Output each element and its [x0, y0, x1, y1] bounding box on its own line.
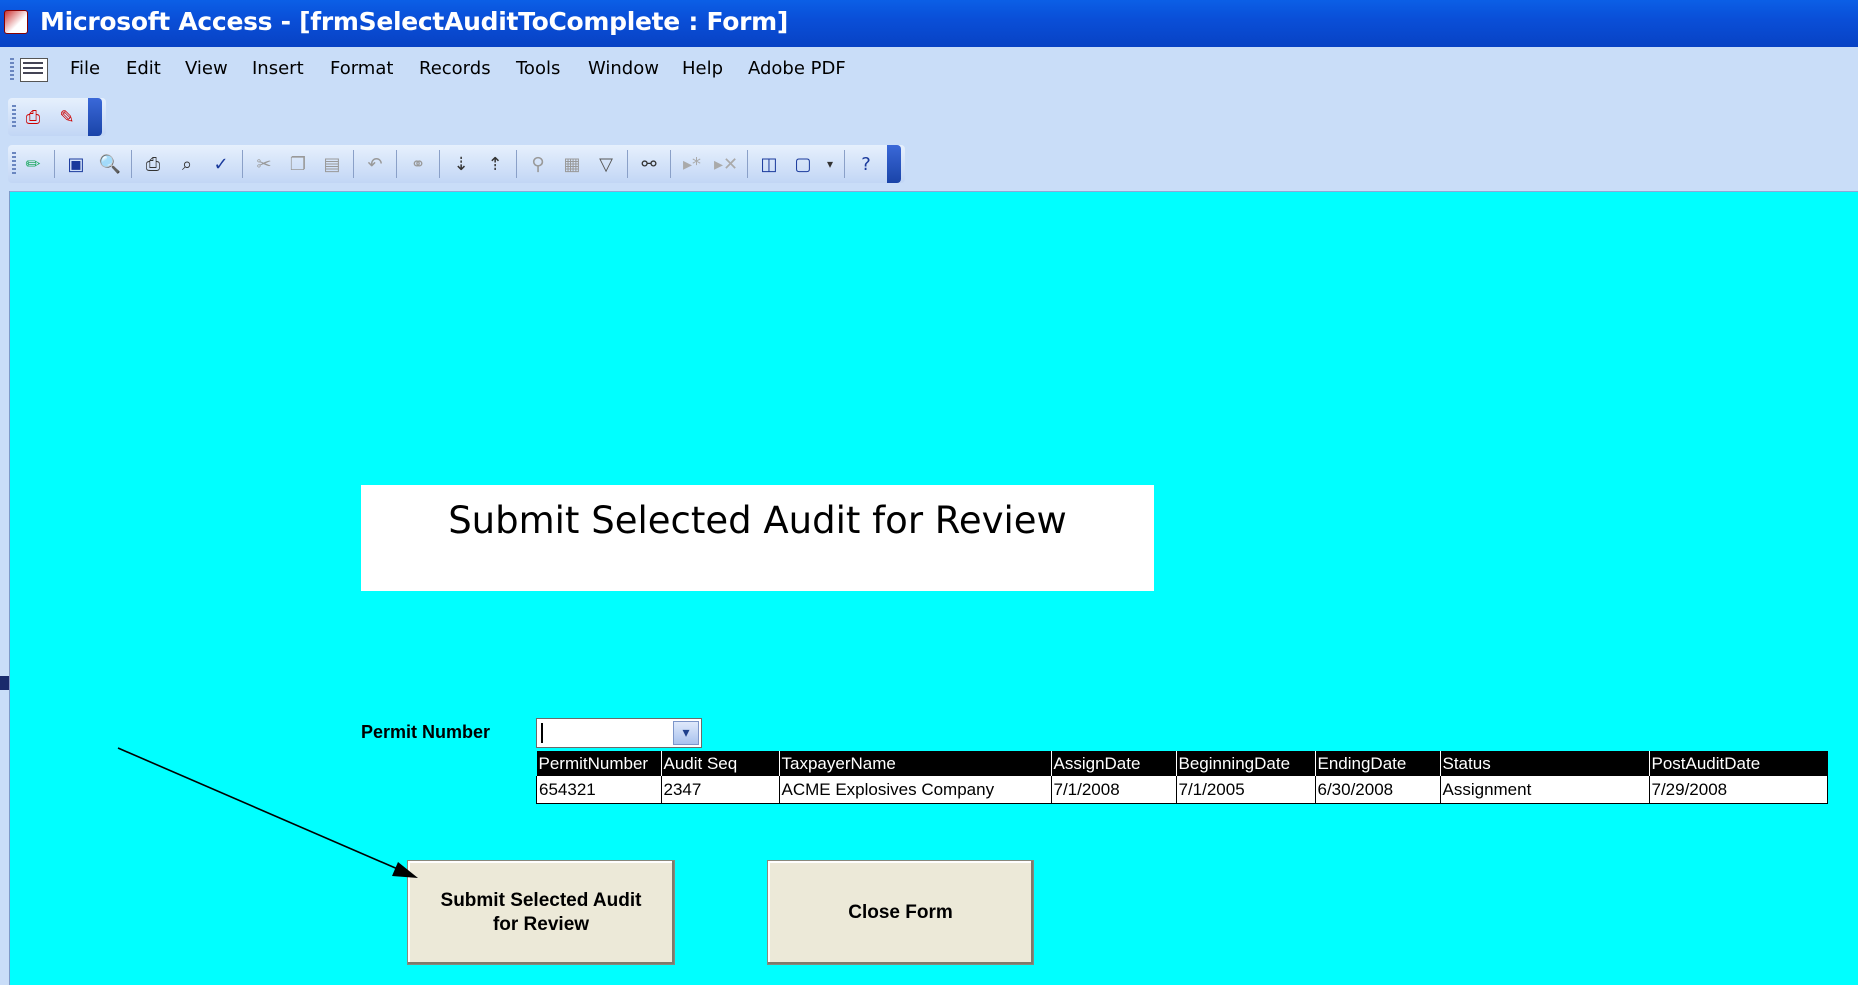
menu-format[interactable]: Format — [330, 58, 393, 79]
permit-dropdown-list[interactable]: PermitNumber Audit Seq TaxpayerName Assi… — [536, 751, 1828, 804]
column-header-status: Status — [1439, 751, 1649, 776]
column-header-audit-seq: Audit Seq — [660, 751, 779, 776]
toolbar-options-icon[interactable] — [887, 145, 901, 183]
sort-descending-icon[interactable]: ⇡ — [482, 151, 508, 177]
undo-icon[interactable]: ↶ — [362, 151, 388, 177]
pdf-convert-review-icon[interactable]: ✎ — [54, 104, 80, 130]
toolbar-grip-icon[interactable] — [12, 152, 16, 176]
permit-number-combo[interactable]: ▾ — [536, 718, 702, 748]
sort-ascending-icon[interactable]: ⇣ — [448, 151, 474, 177]
find-icon[interactable]: ⚯ — [636, 151, 662, 177]
column-header-endingdate: EndingDate — [1314, 751, 1440, 776]
menu-insert[interactable]: Insert — [252, 58, 304, 79]
cell-taxpayername: ACME Explosives Company — [778, 776, 1051, 804]
toolbar-options-icon[interactable] — [88, 98, 102, 136]
form-window-icon[interactable] — [20, 58, 48, 82]
column-header-taxpayername: TaxpayerName — [778, 751, 1051, 776]
copy-icon[interactable]: ❐ — [285, 151, 311, 177]
cell-assigndate: 7/1/2008 — [1050, 776, 1176, 804]
list-item[interactable]: 654321 2347 ACME Explosives Company 7/1/… — [536, 776, 1828, 804]
cell-audit-seq: 2347 — [660, 776, 779, 804]
apply-filter-icon[interactable]: ▽ — [593, 151, 619, 177]
record-selector-bar — [0, 191, 10, 985]
print-preview-icon[interactable]: ⌕ — [174, 151, 200, 177]
form-view-toolbar-strip: ✏ ▣ 🔍 ⎙ ⌕ ✓ ✂ ❐ ▤ ↶ ⚭ ⇣ ⇡ ⚲ ▦ ▽ ⚯ ▸* ▸✕ … — [8, 145, 905, 183]
submit-selected-audit-button[interactable]: Submit Selected Audit for Review — [407, 860, 675, 965]
new-record-icon[interactable]: ▸* — [679, 151, 705, 177]
menu-tools[interactable]: Tools — [516, 58, 560, 79]
column-header-assigndate: AssignDate — [1050, 751, 1176, 776]
filter-by-form-icon[interactable]: ▦ — [559, 151, 585, 177]
new-object-dropdown-icon[interactable]: ▾ — [824, 151, 836, 177]
insert-hyperlink-icon[interactable]: ⚭ — [405, 151, 431, 177]
form-header-box: Submit Selected Audit for Review — [361, 485, 1154, 591]
column-header-beginningdate: BeginningDate — [1175, 751, 1315, 776]
cell-postauditdate: 7/29/2008 — [1648, 776, 1828, 804]
print-icon[interactable]: ⎙ — [140, 151, 166, 177]
cell-status: Assignment — [1439, 776, 1649, 804]
toolbar-separator — [396, 150, 397, 178]
access-app-icon[interactable] — [4, 10, 28, 34]
form-header-title: Submit Selected Audit for Review — [448, 499, 1067, 542]
record-selector-marker — [0, 676, 9, 690]
menu-view[interactable]: View — [185, 58, 228, 79]
cut-icon[interactable]: ✂ — [251, 151, 277, 177]
menu-edit[interactable]: Edit — [126, 58, 161, 79]
toolbar-separator — [516, 150, 517, 178]
help-icon[interactable]: ? — [853, 151, 879, 177]
menu-adobe-pdf[interactable]: Adobe PDF — [748, 58, 846, 79]
cell-beginningdate: 7/1/2005 — [1175, 776, 1315, 804]
database-window-icon[interactable]: ◫ — [756, 151, 782, 177]
text-cursor — [541, 723, 543, 743]
cell-permitnumber: 654321 — [536, 776, 661, 804]
toolbar-separator — [670, 150, 671, 178]
pdf-convert-icon[interactable]: ⎙ — [20, 104, 46, 130]
menu-bar: File Edit View Insert Format Records Too… — [0, 47, 1858, 94]
list-header-row: PermitNumber Audit Seq TaxpayerName Assi… — [536, 751, 1828, 776]
cell-endingdate: 6/30/2008 — [1314, 776, 1440, 804]
pdf-toolbar-strip: ⎙ ✎ — [8, 98, 106, 136]
chevron-down-icon[interactable]: ▾ — [673, 721, 699, 745]
toolbar-separator — [747, 150, 748, 178]
close-form-button[interactable]: Close Form — [767, 860, 1034, 965]
arrow-line — [117, 747, 401, 871]
save-icon[interactable]: ▣ — [63, 151, 89, 177]
design-view-icon[interactable]: ✏ — [20, 151, 46, 177]
spelling-icon[interactable]: ✓ — [208, 151, 234, 177]
toolbar-separator — [353, 150, 354, 178]
toolbar-separator — [54, 150, 55, 178]
toolbar-grip-icon[interactable] — [12, 105, 16, 129]
menu-file[interactable]: File — [70, 58, 100, 79]
file-search-icon[interactable]: 🔍 — [97, 151, 123, 177]
menu-window[interactable]: Window — [588, 58, 659, 79]
new-object-icon[interactable]: ▢ — [790, 151, 816, 177]
form-view-toolbar: ✏ ▣ 🔍 ⎙ ⌕ ✓ ✂ ❐ ▤ ↶ ⚭ ⇣ ⇡ ⚲ ▦ ▽ ⚯ ▸* ▸✕ … — [0, 139, 1858, 192]
toolbar-separator — [439, 150, 440, 178]
window-title: Microsoft Access - [frmSelectAuditToComp… — [40, 7, 788, 36]
paste-icon[interactable]: ▤ — [319, 151, 345, 177]
permit-number-label: Permit Number — [361, 722, 491, 742]
menu-grip-icon[interactable] — [10, 58, 14, 82]
title-bar: Microsoft Access - [frmSelectAuditToComp… — [0, 0, 1858, 47]
column-header-postauditdate: PostAuditDate — [1648, 751, 1828, 776]
filter-by-selection-icon[interactable]: ⚲ — [525, 151, 551, 177]
toolbar-separator — [844, 150, 845, 178]
toolbar-separator — [242, 150, 243, 178]
column-header-permitnumber: PermitNumber — [536, 751, 661, 776]
menu-records[interactable]: Records — [419, 58, 491, 79]
pdf-toolbar: ⎙ ✎ — [0, 94, 1858, 139]
delete-record-icon[interactable]: ▸✕ — [713, 151, 739, 177]
toolbar-separator — [627, 150, 628, 178]
toolbar-separator — [131, 150, 132, 178]
menu-help[interactable]: Help — [682, 58, 723, 79]
